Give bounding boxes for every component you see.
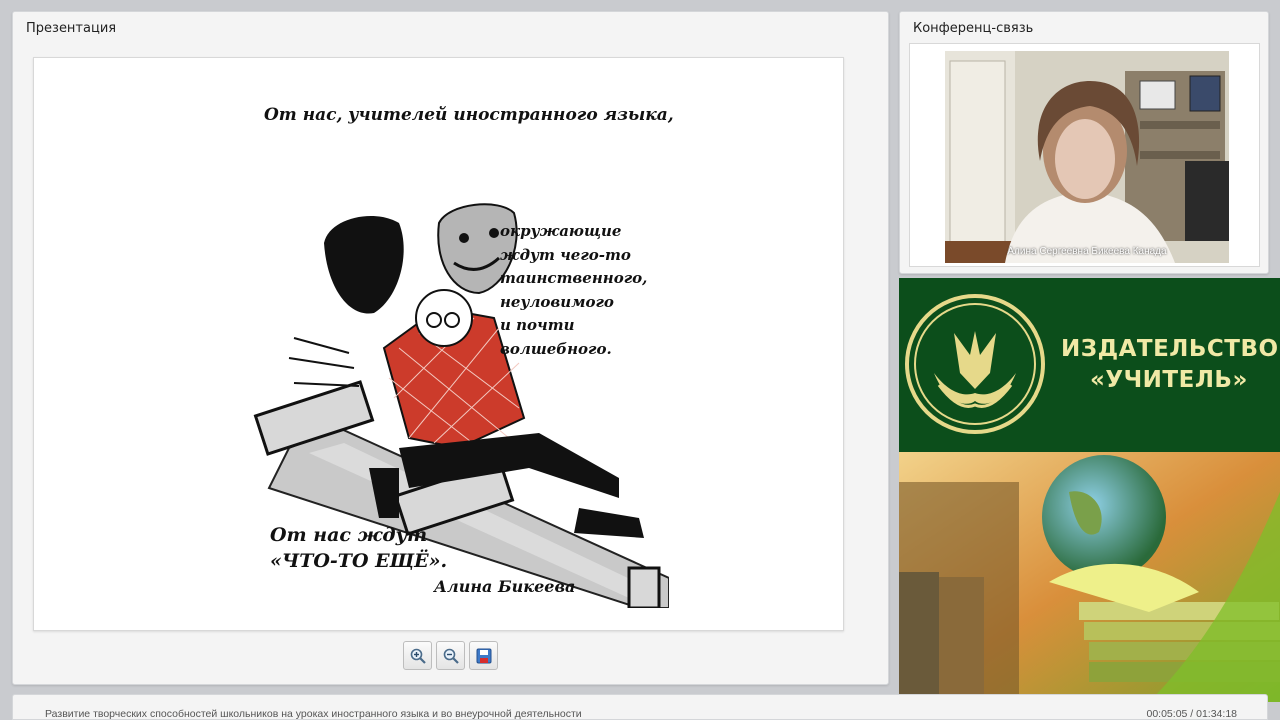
zoom-in-button[interactable] xyxy=(403,641,432,670)
conference-panel: Конференц-связь Алина Сергеевна Бикеева … xyxy=(899,11,1269,274)
slide-quote-line2: «ЧТО-ТО ЕЩЁ». xyxy=(270,550,448,572)
presentation-panel-title: Презентация xyxy=(26,21,117,36)
slide-quote-line1: От нас ждут xyxy=(270,524,428,546)
slide-side-line: неуловимого xyxy=(500,292,614,311)
publisher-banner: ИЗДАТЕЛЬСТВО «УЧИТЕЛЬ» xyxy=(899,278,1280,702)
zoom-out-button[interactable] xyxy=(436,641,465,670)
presentation-toolbar xyxy=(403,641,498,671)
conference-panel-title: Конференц-связь xyxy=(913,21,1034,36)
participant-video[interactable]: Алина Сергеевна Бикеева Канада xyxy=(945,51,1229,263)
zoom-out-icon xyxy=(443,648,459,664)
slide-side-line: окружающие xyxy=(500,222,622,240)
webinar-title: Развитие творческих способностей школьни… xyxy=(45,708,582,720)
publisher-name-line2: «УЧИТЕЛЬ» xyxy=(1090,367,1248,393)
participant-video-image xyxy=(945,51,1229,263)
slide-author: Алина Бикеева xyxy=(434,577,576,596)
slide-side-line: и почти xyxy=(500,316,575,334)
slide-side-line: таинственного, xyxy=(500,269,648,287)
zoom-in-icon xyxy=(410,648,426,664)
publisher-books-globe-image xyxy=(899,452,1280,702)
presentation-panel: Презентация От нас, учителей иностранног… xyxy=(12,11,889,685)
playback-time: 00:05:05 / 01:34:18 xyxy=(1146,708,1238,720)
save-button[interactable] xyxy=(469,641,498,670)
status-bar: Развитие творческих способностей школьни… xyxy=(12,694,1268,720)
slide-side-line: волшебного. xyxy=(500,339,612,358)
slide-side-line: ждут чего-то xyxy=(500,245,631,264)
slide: От нас, учителей иностранного языка, окр… xyxy=(33,57,844,631)
publisher-logo-banner: ИЗДАТЕЛЬСТВО «УЧИТЕЛЬ» xyxy=(899,278,1280,452)
publisher-logo-icon xyxy=(905,294,1045,434)
save-icon xyxy=(476,648,491,663)
slide-side-text: окружающие ждут чего-то таинственного, н… xyxy=(500,220,700,361)
publisher-name-line1: ИЗДАТЕЛЬСТВО xyxy=(1061,336,1279,362)
participant-caption: Алина Сергеевна Бикеева Канада xyxy=(1007,246,1167,257)
video-frame: Алина Сергеевна Бикеева Канада xyxy=(909,43,1260,267)
slide-heading: От нас, учителей иностранного языка, xyxy=(264,105,674,125)
